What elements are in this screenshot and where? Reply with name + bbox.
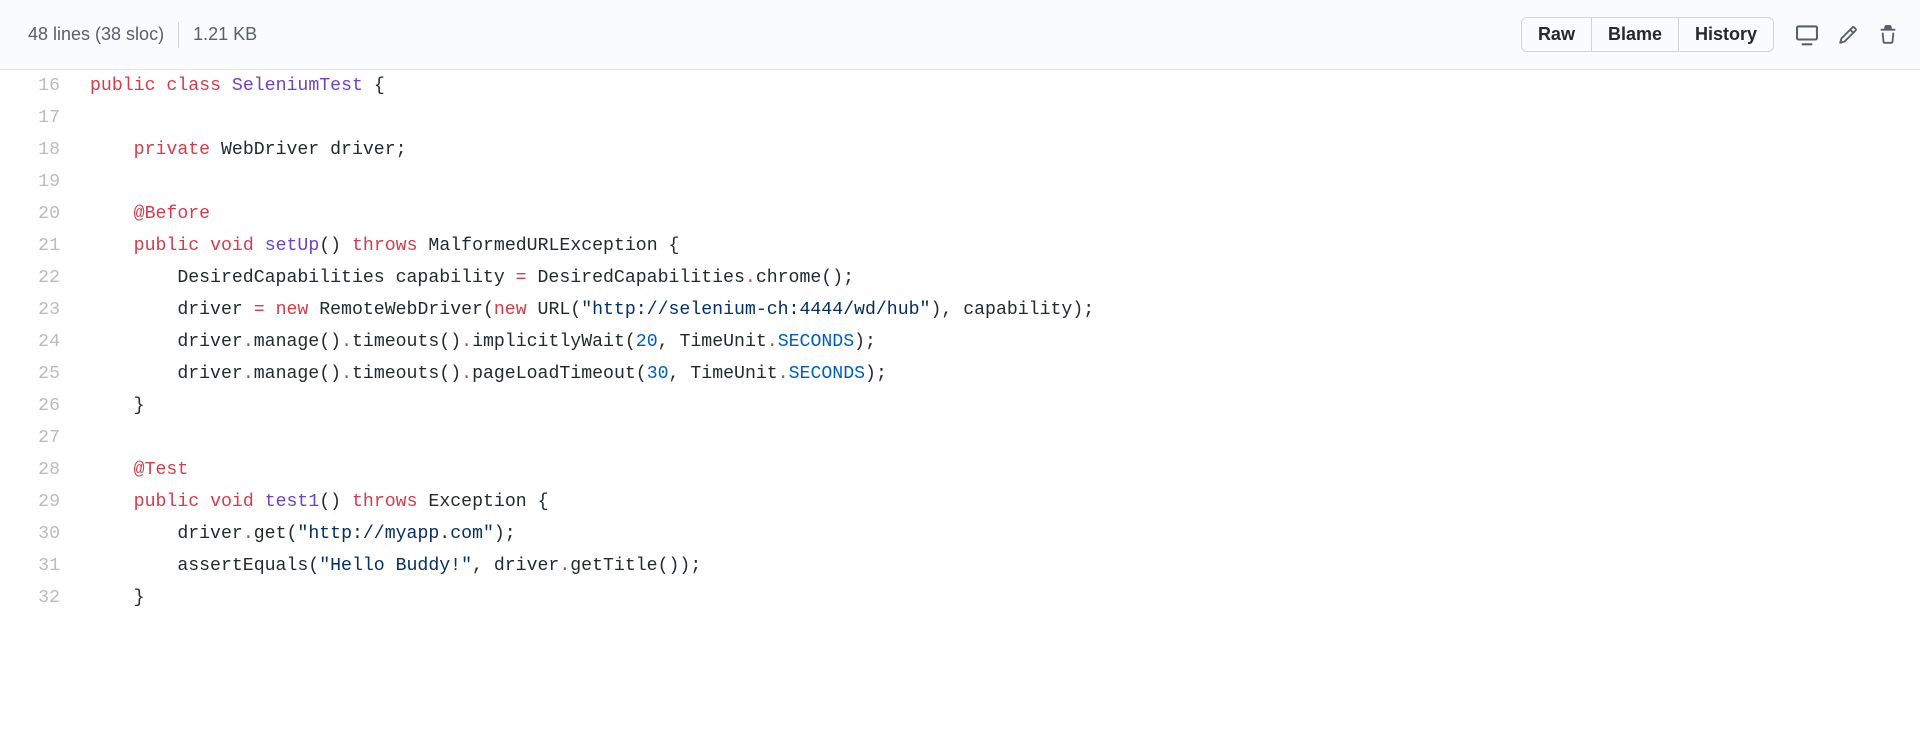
pencil-icon[interactable] <box>1828 19 1868 51</box>
code-line[interactable] <box>74 422 1920 454</box>
code-row: 23 driver = new RemoteWebDriver(new URL(… <box>0 294 1920 326</box>
file-actions: Raw Blame History <box>1521 17 1908 52</box>
code-row: 22 DesiredCapabilities capability = Desi… <box>0 262 1920 294</box>
code-line[interactable]: DesiredCapabilities capability = Desired… <box>74 262 1920 294</box>
line-number[interactable]: 27 <box>0 422 74 454</box>
code-line[interactable]: } <box>74 582 1920 614</box>
file-size: 1.21 KB <box>179 24 271 45</box>
code-line[interactable]: assertEquals("Hello Buddy!", driver.getT… <box>74 550 1920 582</box>
code-line[interactable]: driver.get("http://myapp.com"); <box>74 518 1920 550</box>
file-header: 48 lines (38 sloc) 1.21 KB Raw Blame His… <box>0 0 1920 70</box>
code-row: 25 driver.manage().timeouts().pageLoadTi… <box>0 358 1920 390</box>
code-line[interactable]: driver.manage().timeouts().implicitlyWai… <box>74 326 1920 358</box>
line-number[interactable]: 19 <box>0 166 74 198</box>
code-row: 31 assertEquals("Hello Buddy!", driver.g… <box>0 550 1920 582</box>
line-number[interactable]: 30 <box>0 518 74 550</box>
button-group: Raw Blame History <box>1521 17 1774 52</box>
code-row: 32 } <box>0 582 1920 614</box>
code-row: 24 driver.manage().timeouts().implicitly… <box>0 326 1920 358</box>
line-number[interactable]: 26 <box>0 390 74 422</box>
line-number[interactable]: 18 <box>0 134 74 166</box>
code-row: 30 driver.get("http://myapp.com"); <box>0 518 1920 550</box>
line-number[interactable]: 25 <box>0 358 74 390</box>
code-table: 16public class SeleniumTest {17 18 priva… <box>0 70 1920 614</box>
lines-count: 48 lines (38 sloc) <box>12 24 178 45</box>
file-info: 48 lines (38 sloc) 1.21 KB <box>12 22 271 48</box>
line-number[interactable]: 16 <box>0 70 74 102</box>
code-row: 26 } <box>0 390 1920 422</box>
line-number[interactable]: 24 <box>0 326 74 358</box>
code-body: 16public class SeleniumTest {17 18 priva… <box>0 70 1920 614</box>
code-row: 18 private WebDriver driver; <box>0 134 1920 166</box>
code-row: 16public class SeleniumTest { <box>0 70 1920 102</box>
code-row: 17 <box>0 102 1920 134</box>
code-row: 29 public void test1() throws Exception … <box>0 486 1920 518</box>
history-button[interactable]: History <box>1679 18 1773 51</box>
code-row: 20 @Before <box>0 198 1920 230</box>
code-line[interactable]: private WebDriver driver; <box>74 134 1920 166</box>
code-row: 19 <box>0 166 1920 198</box>
raw-button[interactable]: Raw <box>1522 18 1592 51</box>
code-line[interactable]: public void setUp() throws MalformedURLE… <box>74 230 1920 262</box>
code-line[interactable]: } <box>74 390 1920 422</box>
desktop-icon[interactable] <box>1786 18 1828 52</box>
code-row: 28 @Test <box>0 454 1920 486</box>
code-line[interactable]: public class SeleniumTest { <box>74 70 1920 102</box>
code-line[interactable]: @Before <box>74 198 1920 230</box>
code-line[interactable]: @Test <box>74 454 1920 486</box>
line-number[interactable]: 17 <box>0 102 74 134</box>
code-line[interactable] <box>74 102 1920 134</box>
line-number[interactable]: 28 <box>0 454 74 486</box>
code-row: 21 public void setUp() throws MalformedU… <box>0 230 1920 262</box>
code-line[interactable]: driver = new RemoteWebDriver(new URL("ht… <box>74 294 1920 326</box>
code-line[interactable]: driver.manage().timeouts().pageLoadTimeo… <box>74 358 1920 390</box>
line-number[interactable]: 31 <box>0 550 74 582</box>
line-number[interactable]: 20 <box>0 198 74 230</box>
trash-icon[interactable] <box>1868 19 1908 51</box>
code-line[interactable]: public void test1() throws Exception { <box>74 486 1920 518</box>
line-number[interactable]: 32 <box>0 582 74 614</box>
icon-actions <box>1786 18 1908 52</box>
line-number[interactable]: 29 <box>0 486 74 518</box>
line-number[interactable]: 23 <box>0 294 74 326</box>
code-row: 27 <box>0 422 1920 454</box>
line-number[interactable]: 22 <box>0 262 74 294</box>
line-number[interactable]: 21 <box>0 230 74 262</box>
code-line[interactable] <box>74 166 1920 198</box>
blame-button[interactable]: Blame <box>1592 18 1679 51</box>
